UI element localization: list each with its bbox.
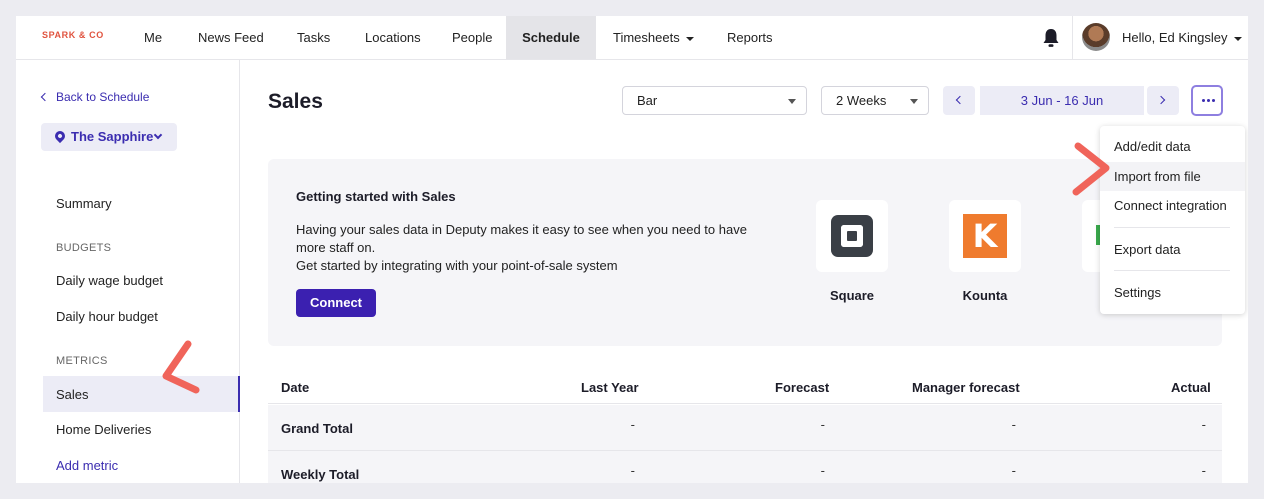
menu-item-connect-integration[interactable]: Connect integration [1100,191,1245,220]
connect-button[interactable]: Connect [296,289,376,317]
app-window: SPARK & CO Me News Feed Tasks Locations … [16,16,1248,483]
cell-last-year: - [630,463,635,478]
dropdown-arrow-icon [788,99,796,104]
nav-item-me[interactable]: Me [144,16,162,59]
table-row: Grand Total - - - - [268,405,1222,451]
nav-divider [1072,16,1073,59]
kounta-integration-label: Kounta [962,288,1008,303]
menu-item-add-edit-data[interactable]: Add/edit data [1100,132,1245,161]
column-header-date: Date [281,380,310,395]
caret-down-icon [1233,36,1242,41]
location-selector[interactable]: The Sapphire [41,123,177,151]
column-header-forecast: Forecast [775,380,830,395]
cell-last-year: - [630,417,635,432]
menu-item-settings[interactable]: Settings [1100,278,1245,307]
add-metric-link[interactable]: Add metric [56,458,118,473]
chevron-left-icon [40,92,50,102]
square-integration-label: Square [829,288,875,303]
callout-arrow-icon [162,340,200,394]
kounta-logo-icon: K [963,214,1007,258]
column-header-actual: Actual [1171,380,1211,395]
next-period-button[interactable] [1147,86,1179,115]
getting-started-text-line: more staff on. [296,240,376,255]
date-navigator: 3 Jun - 16 Jun [943,86,1182,115]
chevron-down-icon [153,130,163,140]
cell-forecast: - [820,463,825,478]
nav-item-people[interactable]: People [452,16,492,59]
more-options-menu: Add/edit data Import from file Connect i… [1100,126,1245,314]
user-menu[interactable]: Hello, Ed Kingsley [1122,16,1242,59]
brand-logo[interactable]: SPARK & CO [42,30,104,40]
square-integration-tile[interactable] [816,200,888,272]
ellipsis-icon [1202,99,1217,102]
column-header-manager-forecast: Manager forecast [912,380,1020,395]
period-value: 2 Weeks [836,93,887,108]
nav-item-timesheets[interactable]: Timesheets [613,16,694,59]
cell-manager-forecast: - [1011,417,1016,432]
sidebar-heading-budgets: BUDGETS [56,242,112,254]
square-logo-icon [831,215,873,257]
row-label: Grand Total [281,421,353,436]
cell-actual: - [1201,463,1206,478]
nav-item-locations[interactable]: Locations [365,16,421,59]
caret-down-icon [685,36,694,41]
previous-period-button[interactable] [943,86,975,115]
location-pin-icon [52,128,68,144]
callout-arrow-icon [1072,142,1110,196]
top-navigation: SPARK & CO Me News Feed Tasks Locations … [16,16,1248,60]
page-title: Sales [268,90,323,113]
back-to-schedule-link[interactable]: Back to Schedule [40,90,150,104]
getting-started-text-line: Having your sales data in Deputy makes i… [296,222,747,237]
sidebar-item-summary[interactable]: Summary [56,196,112,211]
column-header-last-year: Last Year [581,380,639,395]
location-name: The Sapphire [71,129,154,144]
sidebar: Back to Schedule The Sapphire Summary BU… [16,60,240,483]
user-greeting: Hello, Ed Kingsley [1122,30,1228,45]
sidebar-item-daily-hour-budget[interactable]: Daily hour budget [56,309,158,324]
table-row: Weekly Total - - - - [268,451,1222,483]
menu-divider [1114,227,1230,228]
more-options-button[interactable] [1191,85,1223,116]
back-link-label: Back to Schedule [56,90,150,104]
notification-bell-icon[interactable] [1042,28,1060,48]
cell-forecast: - [820,417,825,432]
chart-type-select[interactable]: Bar [622,86,807,115]
sidebar-item-daily-wage-budget[interactable]: Daily wage budget [56,273,163,288]
chart-type-value: Bar [637,93,658,108]
getting-started-title: Getting started with Sales [296,189,456,204]
nav-item-schedule[interactable]: Schedule [506,16,596,59]
nav-item-tasks[interactable]: Tasks [297,16,330,59]
dropdown-arrow-icon [910,99,918,104]
sidebar-item-home-deliveries[interactable]: Home Deliveries [56,422,151,437]
menu-item-import-from-file[interactable]: Import from file [1100,162,1245,191]
table-header-row: Date Last Year Forecast Manager forecast… [268,370,1222,404]
nav-item-reports[interactable]: Reports [727,16,773,59]
getting-started-text-line: Get started by integrating with your poi… [296,258,618,273]
kounta-integration-tile[interactable]: K [949,200,1021,272]
chevron-right-icon [1156,95,1166,105]
avatar[interactable] [1082,23,1110,51]
nav-item-news-feed[interactable]: News Feed [198,16,264,59]
menu-item-export-data[interactable]: Export data [1100,235,1245,264]
sidebar-heading-metrics: METRICS [56,355,108,367]
period-select[interactable]: 2 Weeks [821,86,929,115]
menu-divider [1114,270,1230,271]
chevron-left-icon [955,95,965,105]
date-range-picker[interactable]: 3 Jun - 16 Jun [980,86,1144,115]
cell-manager-forecast: - [1011,463,1016,478]
row-label: Weekly Total [281,467,360,482]
cell-actual: - [1201,417,1206,432]
nav-item-timesheets-label: Timesheets [613,30,680,45]
sidebar-item-sales[interactable]: Sales [56,387,89,402]
